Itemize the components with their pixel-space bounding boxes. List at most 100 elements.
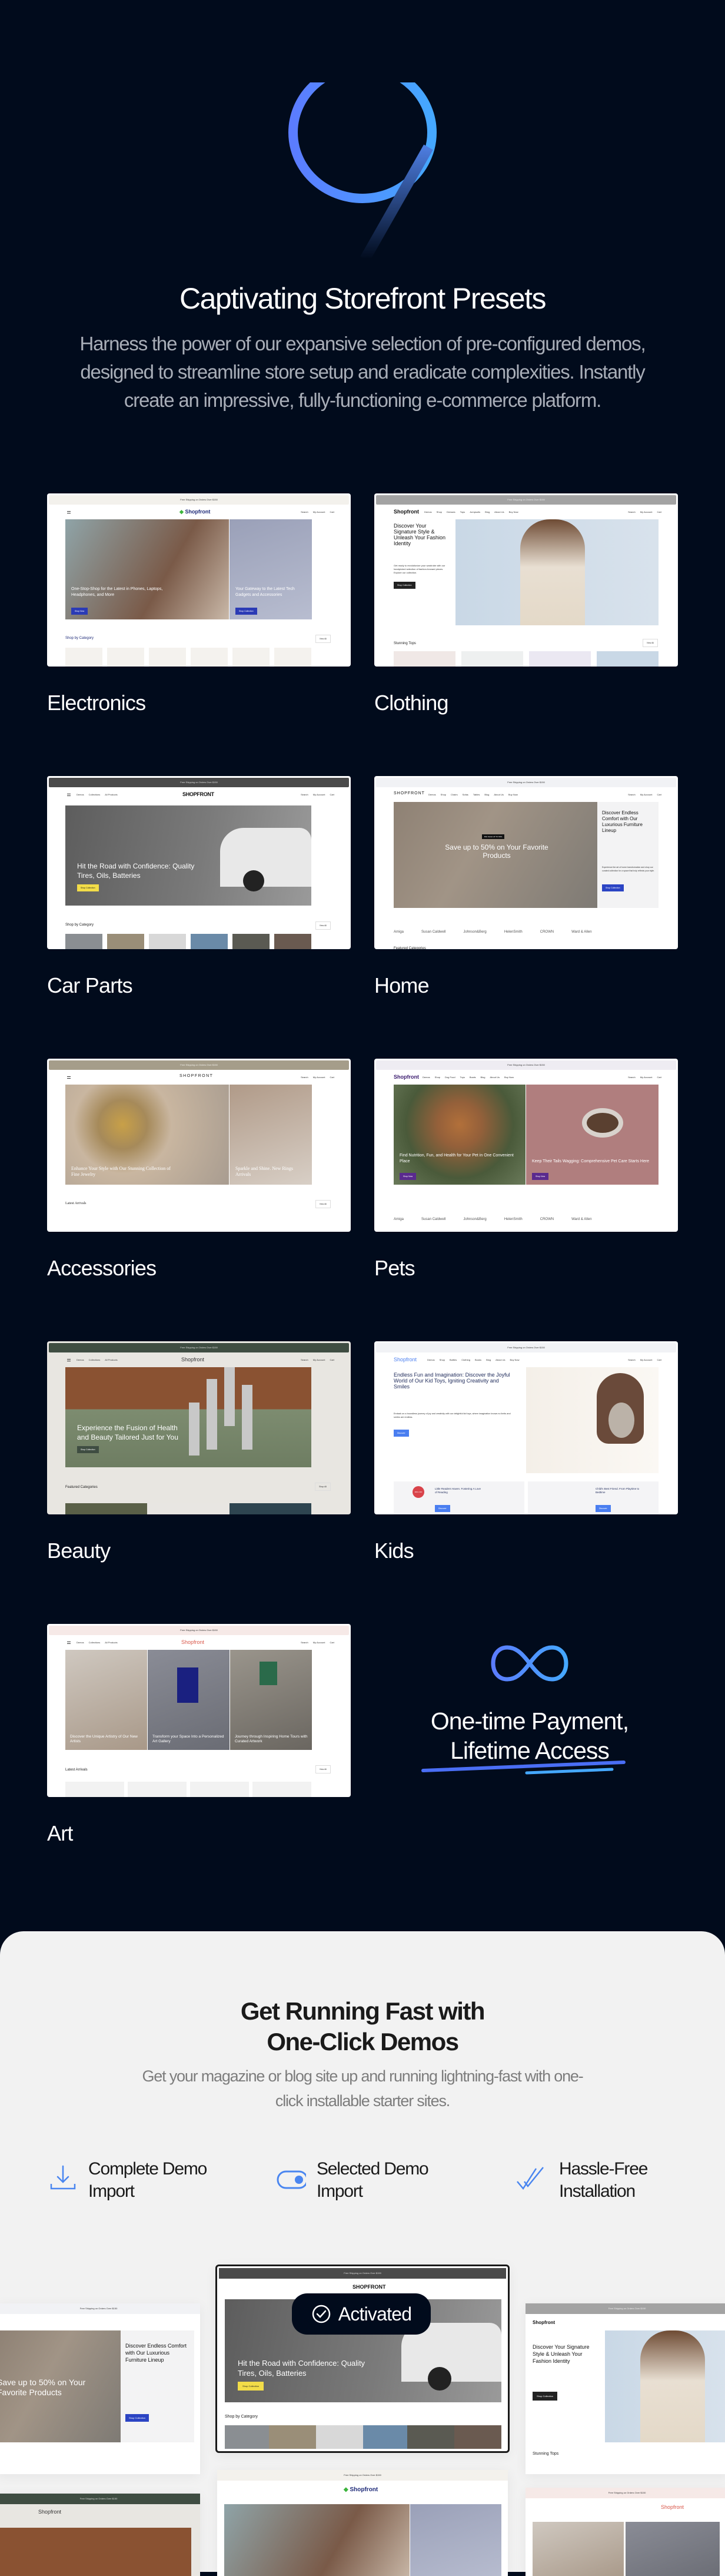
view-all-button[interactable]: View All: [315, 1765, 331, 1773]
site-logo: Shopfront: [38, 2509, 62, 2515]
shop-collection-button[interactable]: Shop Collection: [235, 608, 257, 615]
product-card[interactable]: [529, 651, 591, 667]
section-title: Shop by Category: [65, 923, 94, 927]
product-card[interactable]: [394, 651, 455, 667]
preset-thumbnail[interactable]: Free Shipping on Orders Over $150 Demos C…: [47, 1624, 351, 1797]
site-nav-right: Search My Account Cart: [301, 793, 334, 796]
promo-card[interactable]: Child's Best Friend. From Playtime to Be…: [528, 1481, 659, 1514]
view-all-button[interactable]: View All: [315, 921, 331, 930]
shop-collection-button[interactable]: Shop Collection: [77, 884, 99, 891]
preset-thumbnail[interactable]: Free Shipping on Orders Over $150 SHOPFR…: [374, 776, 678, 949]
site-nav: Demos Collections All Products SHOPFRONT S…: [47, 789, 351, 801]
site-nav-right: Search My Account Cart: [628, 510, 661, 513]
section-title: Stunning Tops: [394, 642, 416, 645]
preset-kids[interactable]: Free Shipping on Orders Over $150 Shopfr…: [374, 1341, 678, 1563]
title-line-1: Get Running Fast with: [240, 1997, 485, 2025]
product-card[interactable]: [65, 1782, 124, 1797]
product-card[interactable]: [461, 651, 523, 667]
promo-card[interactable]: Little Readers Haven. Fostering A Love o…: [394, 1481, 524, 1514]
hero-banner-text: Discover the Unique Artistry of Our New …: [70, 1735, 138, 1743]
announcement-bar: Free Shipping on Orders Over $150: [376, 1343, 676, 1352]
category-tile[interactable]: [149, 648, 186, 667]
showcase-car-parts-demo[interactable]: Free Shipping on Orders Over $150 SHOPFR…: [215, 2265, 510, 2453]
hero-banner: [533, 2522, 624, 2576]
category-tile[interactable]: [274, 934, 311, 949]
discover-button[interactable]: Discover: [596, 1505, 611, 1512]
showcase-clothing-demo[interactable]: Free Shipping on Orders Over $150 Shopfr…: [526, 2303, 725, 2474]
site-nav-right: Search My Account Cart: [301, 1076, 334, 1079]
feature-complete-demo-import: Complete Demo Import: [48, 2158, 248, 2211]
preset-beauty[interactable]: Free Shipping on Orders Over $150 Demos C…: [47, 1341, 351, 1563]
site-logo: SHOPFRONT: [182, 791, 214, 797]
announcement-bar: Free Shipping on Orders Over $150: [526, 2303, 725, 2314]
site-logo: Shopfront: [394, 1074, 419, 1080]
view-all-button[interactable]: View All: [642, 639, 658, 647]
preset-accessories[interactable]: Free Shipping on Orders Over $150 SHOPFR…: [47, 1059, 351, 1280]
number-nine-graphic: [288, 82, 437, 259]
shop-collection-button[interactable]: Shop Collection: [602, 884, 624, 891]
shop-collection-button[interactable]: Shop Collection: [125, 2414, 149, 2422]
discover-button[interactable]: Discover: [435, 1505, 450, 1512]
hero-banner-text: Hit the Road with Confidence: Quality Ti…: [238, 2359, 365, 2378]
preset-thumbnail[interactable]: Free Shipping on Orders Over $150 Shopfr…: [374, 1341, 678, 1514]
hero-banner: Hit the Road with Confidence: Quality Ti…: [65, 805, 311, 906]
category-tile[interactable]: [65, 648, 102, 667]
preset-electronics[interactable]: Free Shipping on Orders Over $150 ◆ Shop…: [47, 493, 351, 715]
category-tile[interactable]: [191, 934, 228, 949]
preset-clothing[interactable]: Free Shipping on Orders Over $150 Shopfr…: [374, 493, 678, 715]
shop-collection-button[interactable]: Shop Collection: [77, 1446, 99, 1453]
site-logo: ◆ Shopfront: [344, 2487, 378, 2493]
preset-thumbnail[interactable]: Free Shipping on Orders Over $150 ◆ Shop…: [47, 493, 351, 667]
category-tile[interactable]: [191, 648, 228, 667]
section-title: Stunning Tops: [533, 2452, 559, 2456]
preset-pets[interactable]: Free Shipping on Orders Over $150 Shopfr…: [374, 1059, 678, 1280]
site-logo: ◆ Shopfront: [179, 509, 211, 515]
preset-home[interactable]: Free Shipping on Orders Over $150 SHOPFR…: [374, 776, 678, 997]
shop-collection-button[interactable]: Shop Collection: [533, 2392, 558, 2401]
showcase-electronics-demo[interactable]: Free Shipping on Orders Over $150 ◆ Shop…: [217, 2470, 508, 2576]
shop-now-button[interactable]: Shop Now: [71, 608, 88, 615]
site-logo: Shopfront: [533, 2320, 556, 2325]
site-nav-links: Demos Shop Bottles Clothing Books Blog About U…: [427, 1358, 520, 1361]
preset-thumbnail[interactable]: Free Shipping on Orders Over $150 Demos C…: [47, 776, 351, 949]
showcase-beauty-demo[interactable]: Free Shipping on Orders Over $150 Shopfr…: [0, 2494, 200, 2576]
product-card[interactable]: [597, 651, 659, 667]
preset-thumbnail[interactable]: Free Shipping on Orders Over $150 SHOPFR…: [47, 1059, 351, 1232]
category-tile[interactable]: [230, 1503, 311, 1514]
preset-car-parts[interactable]: Free Shipping on Orders Over $150 Demos C…: [47, 776, 351, 997]
preset-art[interactable]: Free Shipping on Orders Over $150 Demos C…: [47, 1624, 351, 1845]
preset-label: Clothing: [374, 691, 448, 715]
hero-banner: [605, 2330, 725, 2442]
preset-label: Electronics: [47, 691, 146, 715]
product-card[interactable]: [252, 1782, 311, 1797]
view-all-button[interactable]: View All: [315, 635, 331, 643]
preset-thumbnail[interactable]: Free Shipping on Orders Over $150 Demos C…: [47, 1341, 351, 1514]
activated-badge: Activated: [292, 2293, 431, 2335]
preset-thumbnail[interactable]: Free Shipping on Orders Over $150 Shopfr…: [374, 1059, 678, 1232]
hero-banner-text: Save up to 50% on Your Favorite Products: [445, 843, 548, 860]
category-tile[interactable]: [107, 934, 144, 949]
product-card[interactable]: [128, 1782, 187, 1797]
category-tile[interactable]: [274, 648, 311, 667]
shop-now-button[interactable]: Shop Now: [532, 1173, 549, 1180]
hero-banner-secondary: Keep Their Tails Wagging: Comprehensive …: [526, 1085, 659, 1185]
shop-now-button[interactable]: Shop Now: [400, 1173, 417, 1180]
category-tile[interactable]: [147, 1503, 229, 1514]
product-card[interactable]: [190, 1782, 249, 1797]
category-tile[interactable]: [65, 1503, 147, 1514]
view-all-button[interactable]: View All: [315, 1200, 331, 1208]
category-tile[interactable]: [232, 648, 270, 667]
shop-collection-button[interactable]: Shop Collection: [238, 2382, 264, 2391]
showcase-home-demo[interactable]: Free Shipping on Orders Over $150 Save u…: [0, 2303, 200, 2474]
category-tile[interactable]: [107, 648, 144, 667]
showcase-art-demo[interactable]: Free Shipping on Orders Over $150 Shopfr…: [526, 2488, 725, 2576]
hero-banner-text: Experience the Fusion of Health and Beau…: [77, 1424, 178, 1441]
shop-all-button[interactable]: Shop All: [315, 1483, 331, 1491]
category-tile[interactable]: [232, 934, 270, 949]
promo-text: Little Readers Haven. Fostering A Love o…: [435, 1487, 481, 1494]
category-tile[interactable]: [65, 934, 102, 949]
preset-thumbnail[interactable]: Free Shipping on Orders Over $150 Shopfr…: [374, 493, 678, 667]
shop-collection-button[interactable]: Shop Collection: [394, 582, 415, 589]
category-tile[interactable]: [149, 934, 186, 949]
discover-button[interactable]: Discover: [394, 1430, 409, 1437]
